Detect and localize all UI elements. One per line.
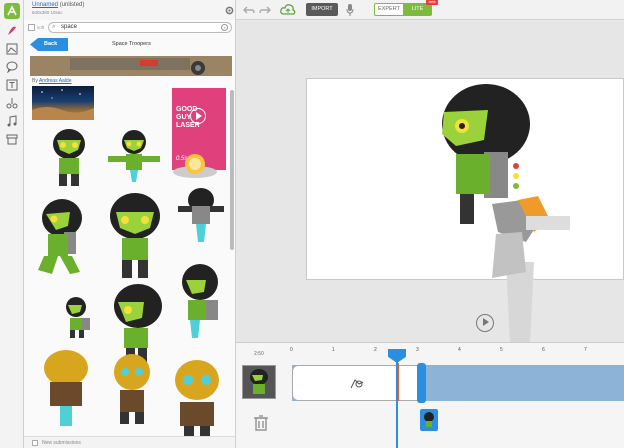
pack-author: By Andreas Aalde [32,78,72,84]
speech-bubble-icon[interactable] [5,60,19,74]
pack-header: Back Space Troopers [24,38,235,52]
sprite-explosion[interactable] [170,150,220,180]
panel-footer: New submissions [24,436,235,448]
stage-trooper-character[interactable] [426,82,576,342]
author-link[interactable]: Andreas Aalde [39,78,72,84]
timeline: 2:50 0 1 2 3 4 5 6 7 [236,342,624,448]
playhead-line [396,361,398,448]
search-input[interactable]: ⌕ space × [48,22,232,33]
orange-marker-line [398,363,399,401]
space-background-thumbnail[interactable] [32,86,94,120]
microphone-icon[interactable] [344,3,356,17]
stage-area [236,20,624,342]
tick-2: 2 [374,347,377,353]
new-submissions-checkbox[interactable] [32,440,38,446]
beta-badge: beta [426,0,438,5]
sprite-trooper-front[interactable] [42,126,96,188]
timeline-duration: 2:50 [254,351,264,357]
app-root: Unnamed (unlisted) 640x360 10sec soft ⌕ … [0,0,624,448]
panel-scrollbar[interactable] [230,90,234,250]
clip-end-handle[interactable] [417,363,426,403]
undo-icon[interactable] [242,3,256,17]
timeline-ruler[interactable]: 0 1 2 3 4 5 6 7 [290,347,624,363]
safe-search-checkbox[interactable] [28,24,35,31]
tick-5: 5 [500,347,503,353]
project-name-link[interactable]: Unnamed [32,2,58,8]
timeline-clip[interactable] [292,365,422,401]
search-row: soft ⌕ space × [24,20,235,36]
expert-mode-option[interactable]: EXPERT [375,4,403,15]
asset-panel: Unnamed (unlisted) 640x360 10sec soft ⌕ … [24,0,236,448]
trash-icon[interactable] [254,415,268,431]
tool-rail [0,0,24,448]
project-status: (unlisted) [59,2,85,8]
pack-title: Space Troopers [112,41,151,47]
app-logo-icon[interactable] [2,2,22,20]
safe-search-label: soft [37,25,45,30]
settings-gear-icon[interactable] [222,3,236,17]
redo-icon[interactable] [258,3,272,17]
project-header: Unnamed (unlisted) 640x360 10sec [24,0,235,20]
mode-toggle[interactable]: EXPERT LITE [374,3,432,16]
tick-7: 7 [584,347,587,353]
sprite-gold-robot-1[interactable] [36,346,98,428]
search-icon: ⌕ [52,24,56,30]
lite-mode-option[interactable]: LITE [403,4,432,15]
tick-4: 4 [458,347,461,353]
text-icon[interactable] [5,78,19,92]
clear-search-icon[interactable]: × [221,24,228,31]
sprite-trooper-big-front[interactable] [100,192,170,280]
track-thumbnail[interactable] [242,365,276,399]
sprite-gold-robot-3[interactable] [166,356,228,436]
music-icon[interactable] [5,114,19,128]
back-button[interactable]: Back [30,38,68,51]
sprite-trooper-arms-out[interactable] [104,128,164,184]
tick-6: 6 [542,347,545,353]
clip-motion-icon [350,379,364,389]
sprite-trooper-jetpack[interactable] [176,262,226,340]
pack-banner-image [30,56,232,76]
characters-icon[interactable] [5,24,19,38]
archive-icon[interactable] [5,132,19,146]
search-query: space [61,24,78,30]
sprite-trooper-running[interactable] [34,196,96,278]
effects-icon[interactable] [5,96,19,110]
project-dimensions: 640x360 10sec [32,10,63,15]
laser-play-icon[interactable] [190,108,206,124]
project-title: Unnamed (unlisted) [32,1,84,9]
keyframe-mini-thumbnail[interactable] [420,409,438,431]
backgrounds-icon[interactable] [5,42,19,56]
sprite-trooper-back[interactable] [174,186,228,246]
cloud-upload-icon[interactable] [280,3,296,17]
sprite-trooper-small[interactable] [60,296,94,338]
sprite-gold-robot-2[interactable] [104,350,160,426]
import-button[interactable]: IMPORT [306,3,338,16]
author-prefix: By [32,78,38,84]
new-submissions-label: New submissions [42,440,81,446]
top-toolbar: IMPORT EXPERT LITE beta [225,0,624,20]
tick-1: 1 [332,347,335,353]
tick-3: 3 [416,347,419,353]
stage-play-button[interactable] [476,314,494,332]
tick-0: 0 [290,347,293,353]
